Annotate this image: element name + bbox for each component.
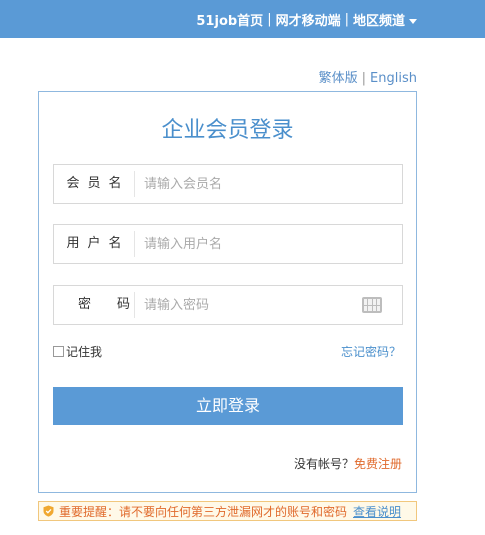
field-divider	[134, 231, 135, 257]
lang-english-link[interactable]: English	[370, 71, 417, 86]
nav-mobile-link[interactable]: 网才移动端	[276, 10, 341, 29]
shield-icon	[43, 505, 54, 517]
password-field: 密码	[53, 285, 403, 325]
member-name-input[interactable]	[144, 171, 344, 197]
top-nav: 51job首页 | 网才移动端 | 地区频道	[196, 0, 417, 38]
top-bar: 51job首页 | 网才移动端 | 地区频道	[0, 0, 485, 38]
nav-home-link[interactable]: 51job首页	[196, 10, 263, 29]
nav-region-dropdown[interactable]: 地区频道	[353, 10, 417, 29]
login-panel: 企业会员登录 会员名 用户名 密码 记住我 忘记密码？ 立即登录 没有帐号？免费…	[38, 91, 417, 493]
username-field: 用户名	[53, 224, 403, 264]
keyboard-icon[interactable]	[362, 297, 382, 313]
password-input[interactable]	[144, 292, 344, 318]
register-prompt: 没有帐号？免费注册	[294, 455, 402, 472]
language-switch: 繁体版 | English	[319, 67, 417, 86]
security-notice: 重要提醒：请不要向任何第三方泄漏网才的账号和密码 查看说明	[38, 501, 417, 521]
member-name-label: 会员名	[66, 176, 130, 191]
username-label: 用户名	[66, 236, 130, 251]
field-divider	[134, 171, 135, 197]
remember-checkbox[interactable]	[53, 346, 64, 357]
view-notice-link[interactable]: 查看说明	[353, 503, 401, 520]
register-link[interactable]: 免费注册	[354, 457, 402, 471]
forgot-password-link[interactable]: 忘记密码？	[341, 343, 401, 360]
nav-separator: |	[344, 11, 349, 27]
login-button[interactable]: 立即登录	[53, 387, 403, 425]
nav-region-label: 地区频道	[352, 13, 405, 29]
lang-separator: |	[361, 71, 367, 86]
password-label: 密码	[78, 297, 157, 312]
no-account-text: 没有帐号？	[293, 457, 354, 471]
remember-label: 记住我	[66, 345, 103, 359]
member-name-field: 会员名	[53, 164, 403, 204]
notice-text: 重要提醒：请不要向任何第三方泄漏网才的账号和密码	[59, 504, 348, 519]
remember-me[interactable]: 记住我	[53, 343, 102, 360]
caret-down-icon	[409, 18, 417, 24]
lang-traditional-link[interactable]: 繁体版	[319, 71, 358, 86]
field-divider	[134, 292, 135, 318]
nav-separator: |	[267, 11, 272, 27]
username-input[interactable]	[144, 231, 344, 257]
login-title: 企业会员登录	[161, 118, 294, 143]
